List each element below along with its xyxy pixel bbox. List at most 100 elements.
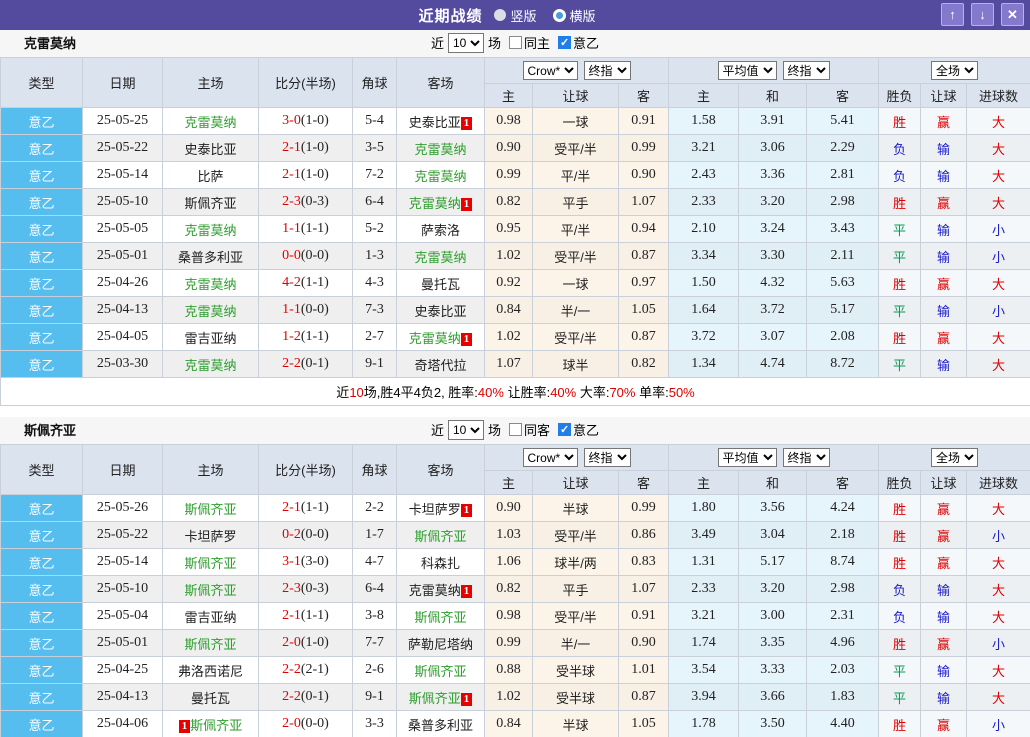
move-up-button[interactable]: ↑ [941, 3, 964, 26]
subcol-avg-home: 主 [669, 84, 739, 108]
match-scope-select[interactable]: 全场 [931, 448, 978, 467]
home-odds-cell: 0.99 [485, 630, 533, 657]
corners-cell: 5-4 [353, 108, 397, 135]
odds-stage-select[interactable]: 终指 [584, 448, 631, 467]
team-name: 弗洛西诺尼 [178, 664, 243, 679]
halftime-score: (2-1) [301, 662, 329, 677]
team-name: 斯佩齐亚 [184, 196, 236, 211]
recent-count-select[interactable]: 10 [448, 33, 484, 53]
same-venue-checkbox[interactable]: 同主 [509, 33, 550, 52]
league-cell: 意乙 [1, 495, 83, 522]
handicap-result-cell: 赢 [921, 549, 967, 576]
layout-radio-vertical[interactable]: 竖版 [494, 6, 536, 25]
avg-away-cell: 1.83 [807, 684, 879, 711]
away-team-cell: 桑普多利亚 [397, 711, 485, 737]
avg-away-cell: 2.98 [807, 189, 879, 216]
home-team-cell: 雷吉亚纳 [163, 324, 259, 351]
team-name: 克雷莫纳 [414, 169, 466, 184]
subcol-avg-draw: 和 [739, 471, 807, 495]
team-name: 卡坦萨罗 [409, 502, 461, 517]
handicap-cell: 平/半 [533, 216, 619, 243]
subcol-goals: 进球数 [967, 471, 1030, 495]
corners-cell: 3-5 [353, 135, 397, 162]
home-team-cell: 克雷莫纳 [163, 108, 259, 135]
results-table: 类型 日期 主场 比分(半场) 角球 客场 Crow*终指 平均值终指 全场 [0, 57, 1030, 406]
league-filter-checkbox[interactable]: 意乙 [558, 420, 599, 439]
close-button[interactable]: ✕ [1001, 3, 1024, 26]
match-scope-select[interactable]: 全场 [931, 61, 978, 80]
same-venue-checkbox[interactable]: 同客 [509, 420, 550, 439]
team-name: 克雷莫纳 [184, 115, 236, 130]
halftime-score: (0-0) [301, 527, 329, 542]
avg-home-cell: 1.64 [669, 297, 739, 324]
window-buttons: ↑ ↓ ✕ [941, 3, 1024, 26]
team-name: 卡坦萨罗 [184, 529, 236, 544]
goals-result-cell: 大 [967, 162, 1030, 189]
result-cell: 负 [879, 603, 921, 630]
date-cell: 25-05-04 [83, 603, 163, 630]
fulltime-score: 1-2 [282, 329, 301, 344]
score-cell: 0-0(0-0) [259, 243, 353, 270]
recent-count-select[interactable]: 10 [448, 420, 484, 440]
odds-company-select[interactable]: Crow* [523, 448, 578, 467]
score-cell: 2-1(1-1) [259, 495, 353, 522]
avg-draw-cell: 3.56 [739, 495, 807, 522]
league-filter-label: 意乙 [573, 33, 599, 52]
fulltime-score: 0-2 [282, 527, 301, 542]
league-cell: 意乙 [1, 549, 83, 576]
odds-company-select[interactable]: Crow* [523, 61, 578, 80]
away-odds-cell: 0.86 [619, 522, 669, 549]
fulltime-score: 3-1 [282, 554, 301, 569]
league-cell: 意乙 [1, 351, 83, 378]
league-cell: 意乙 [1, 711, 83, 737]
move-down-button[interactable]: ↓ [971, 3, 994, 26]
halftime-score: (1-0) [301, 113, 329, 128]
filter-controls: 近 10 场 同主 意乙 [431, 33, 599, 53]
col-date: 日期 [83, 445, 163, 495]
corners-cell: 2-7 [353, 324, 397, 351]
team-name: 克雷莫纳 [184, 277, 236, 292]
layout-radio-horizontal[interactable]: 横版 [553, 6, 596, 25]
odds-stage-select[interactable]: 终指 [584, 61, 631, 80]
average-select[interactable]: 平均值 [718, 448, 777, 467]
score-cell: 2-2(0-1) [259, 351, 353, 378]
date-cell: 25-04-25 [83, 657, 163, 684]
handicap-result-cell: 输 [921, 576, 967, 603]
average-stage-select[interactable]: 终指 [783, 448, 830, 467]
handicap-result-cell: 赢 [921, 522, 967, 549]
avg-draw-cell: 3.07 [739, 324, 807, 351]
handicap-cell: 平手 [533, 576, 619, 603]
handicap-result-cell: 输 [921, 657, 967, 684]
average-stage-select[interactable]: 终指 [783, 61, 830, 80]
away-odds-cell: 0.90 [619, 162, 669, 189]
team-name: 雷吉亚纳 [184, 610, 236, 625]
goals-result-cell: 小 [967, 216, 1030, 243]
home-odds-cell: 0.84 [485, 297, 533, 324]
score-cell: 1-2(1-1) [259, 324, 353, 351]
away-team-cell: 史泰比亚 [397, 297, 485, 324]
avg-away-cell: 2.31 [807, 603, 879, 630]
handicap-result-cell: 输 [921, 684, 967, 711]
league-cell: 意乙 [1, 630, 83, 657]
away-odds-cell: 0.99 [619, 495, 669, 522]
league-filter-checkbox[interactable]: 意乙 [558, 33, 599, 52]
halftime-score: (1-1) [301, 608, 329, 623]
home-odds-cell: 0.90 [485, 495, 533, 522]
avg-draw-cell: 3.33 [739, 657, 807, 684]
summary-text: 单率: [635, 385, 668, 400]
avg-away-cell: 8.72 [807, 351, 879, 378]
away-team-cell: 奇塔代拉 [397, 351, 485, 378]
away-odds-cell: 0.97 [619, 270, 669, 297]
league-cell: 意乙 [1, 324, 83, 351]
team-name: 史泰比亚 [409, 115, 461, 130]
score-cell: 2-1(1-0) [259, 162, 353, 189]
team-name: 斯佩齐亚 [190, 718, 242, 733]
average-select[interactable]: 平均值 [718, 61, 777, 80]
halftime-score: (1-0) [301, 140, 329, 155]
home-team-cell: 克雷莫纳 [163, 351, 259, 378]
handicap-result-cell: 赢 [921, 495, 967, 522]
date-cell: 25-05-25 [83, 108, 163, 135]
subcol-away-odds: 客 [619, 84, 669, 108]
corners-cell: 4-3 [353, 270, 397, 297]
league-cell: 意乙 [1, 189, 83, 216]
